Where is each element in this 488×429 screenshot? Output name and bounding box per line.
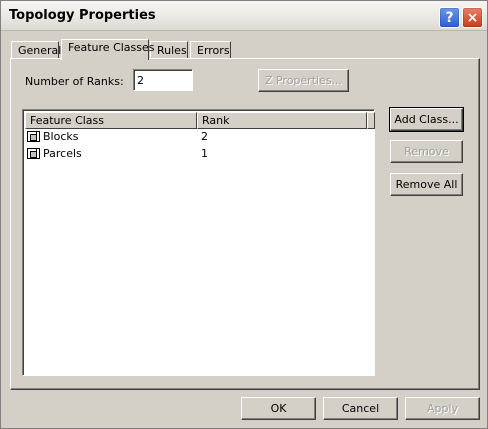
button-label: Cancel — [341, 402, 380, 415]
add-class-button[interactable]: Add Class... — [389, 107, 464, 132]
feature-class-list[interactable]: Feature Class Rank Blocks 2 Parcels 1 — [22, 109, 375, 376]
number-of-ranks-input[interactable] — [133, 69, 193, 91]
tab-errors[interactable]: Errors — [190, 41, 231, 59]
button-label: Remove All — [395, 178, 458, 191]
feature-class-name: Blocks — [43, 130, 79, 143]
tab-label: Rules — [157, 44, 187, 57]
tab-general[interactable]: General — [11, 41, 62, 59]
column-header-filler — [367, 112, 375, 129]
button-label: Add Class... — [394, 113, 459, 126]
tab-label: General — [18, 44, 62, 57]
number-of-ranks-label: Number of Ranks: — [25, 75, 124, 88]
apply-button[interactable]: Apply — [405, 397, 480, 420]
button-label: Z Properties... — [264, 74, 343, 87]
column-label: Rank — [202, 114, 230, 127]
feature-class-name: Parcels — [43, 147, 82, 160]
help-icon: ? — [445, 9, 454, 26]
help-button[interactable]: ? — [439, 7, 460, 28]
close-button[interactable]: × — [462, 7, 483, 28]
column-header-rank[interactable]: Rank — [197, 112, 367, 129]
column-label: Feature Class — [30, 114, 105, 127]
remove-button[interactable]: Remove — [390, 140, 463, 163]
list-row[interactable]: Blocks 2 — [25, 129, 373, 146]
close-icon: × — [466, 9, 479, 26]
topology-properties-dialog: Topology Properties ? × General Feature … — [0, 0, 488, 429]
tab-rules[interactable]: Rules — [150, 41, 188, 59]
column-header-feature-class[interactable]: Feature Class — [25, 112, 197, 129]
z-properties-button[interactable]: Z Properties... — [258, 69, 349, 92]
feature-class-icon — [27, 131, 40, 142]
tab-label: Feature Classes — [68, 41, 155, 54]
remove-all-button[interactable]: Remove All — [390, 173, 463, 196]
feature-class-icon — [27, 148, 40, 159]
button-label: OK — [270, 402, 287, 415]
feature-class-rank: 2 — [201, 130, 208, 143]
feature-class-rank: 1 — [201, 147, 208, 160]
tab-feature-classes[interactable]: Feature Classes — [61, 39, 155, 60]
tab-label: Errors — [197, 44, 230, 57]
list-header: Feature Class Rank — [25, 112, 375, 129]
ok-button[interactable]: OK — [241, 397, 316, 420]
button-label: Remove — [404, 145, 449, 158]
list-row[interactable]: Parcels 1 — [25, 146, 373, 163]
button-label: Apply — [426, 402, 459, 415]
dialog-title: Topology Properties — [9, 8, 156, 23]
title-bar: Topology Properties ? × — [1, 1, 487, 31]
cancel-button[interactable]: Cancel — [323, 397, 398, 420]
